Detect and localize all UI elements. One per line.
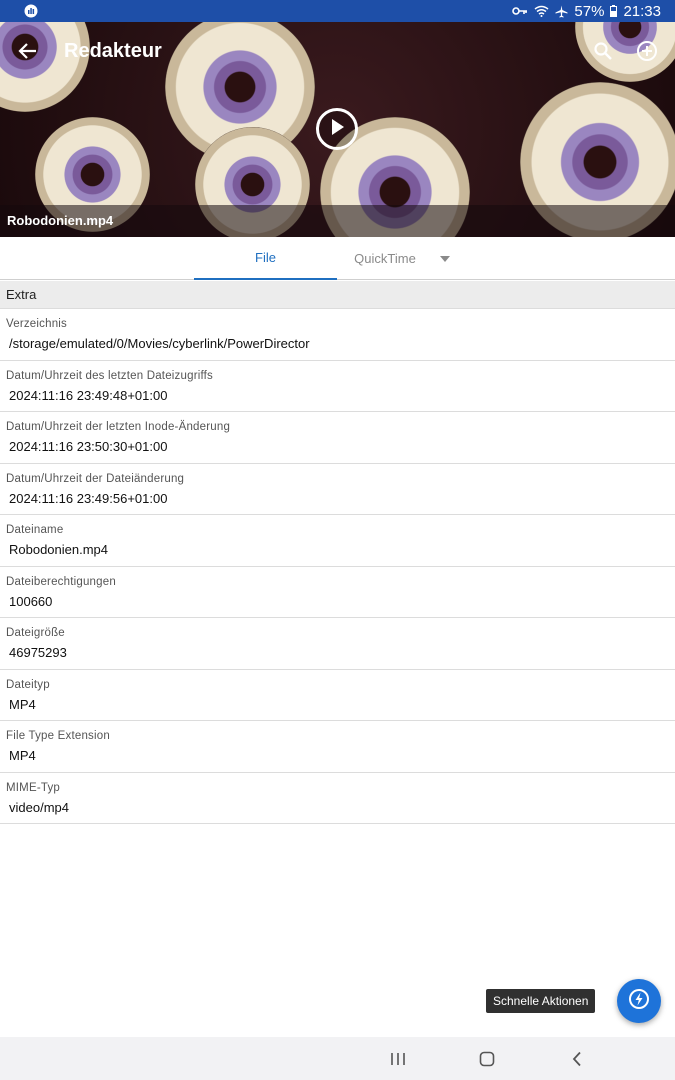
wifi-icon xyxy=(534,5,549,17)
row-label: Dateigröße xyxy=(6,627,65,639)
row-label: Datum/Uhrzeit der letzten Inode-Änderung xyxy=(6,421,231,433)
list-item[interactable]: Dateityp MP4 xyxy=(0,670,675,721)
row-value: 100660 xyxy=(9,593,53,609)
play-icon xyxy=(329,118,345,141)
battery-icon xyxy=(610,5,618,17)
list-item[interactable]: Dateigröße 46975293 xyxy=(0,618,675,670)
navigation-bar xyxy=(0,1037,675,1080)
row-value: 2024:11:16 23:50:30+01:00 xyxy=(9,439,168,454)
tab-label: File xyxy=(255,250,276,265)
clock: 21:33 xyxy=(623,2,661,20)
row-value: 2024:11:16 23:49:56+01:00 xyxy=(9,490,168,506)
list-item[interactable]: Dateiname Robodonien.mp4 xyxy=(0,515,675,567)
list-item[interactable]: Datum/Uhrzeit der letzten Inode-Änderung… xyxy=(0,412,675,464)
dropdown-caret-icon[interactable] xyxy=(439,255,450,262)
app-bar: Redakteur xyxy=(0,22,675,80)
list-item[interactable]: Verzeichnis /storage/emulated/0/Movies/c… xyxy=(0,309,675,361)
add-circle-icon[interactable] xyxy=(635,39,659,63)
search-icon[interactable] xyxy=(591,39,615,63)
row-value: MP4 xyxy=(9,748,36,763)
play-button[interactable] xyxy=(316,108,358,150)
list-item[interactable]: Datum/Uhrzeit des letzten Dateizugriffs … xyxy=(0,361,675,412)
list-item[interactable]: Datum/Uhrzeit der Dateiänderung 2024:11:… xyxy=(0,464,675,515)
bolt-icon xyxy=(628,988,650,1015)
row-value: /storage/emulated/0/Movies/cyberlink/Pow… xyxy=(9,336,310,351)
section-header: Extra xyxy=(0,281,675,309)
home-icon[interactable] xyxy=(467,1037,507,1080)
list-item[interactable]: Dateiberechtigungen 100660 xyxy=(0,567,675,618)
list-item[interactable]: MIME-Typ video/mp4 xyxy=(0,773,675,824)
row-label: Dateiberechtigungen xyxy=(6,575,116,588)
back-icon[interactable] xyxy=(557,1037,597,1080)
tab-quicktime[interactable]: QuickTime xyxy=(337,237,467,280)
back-arrow-icon[interactable] xyxy=(16,39,40,63)
row-value: video/mp4 xyxy=(9,799,69,815)
row-value: Robodonien.mp4 xyxy=(9,542,109,557)
row-label: Datum/Uhrzeit der Dateiänderung xyxy=(6,472,185,485)
row-value: 2024:11:16 23:49:48+01:00 xyxy=(9,387,168,403)
photo-icon xyxy=(24,4,38,18)
tab-file[interactable]: File xyxy=(194,237,337,280)
row-label: Dateiname xyxy=(6,524,64,536)
airplane-icon xyxy=(555,5,568,18)
metadata-list: Verzeichnis /storage/emulated/0/Movies/c… xyxy=(0,309,675,824)
row-label: Dateityp xyxy=(6,678,50,691)
tab-label: QuickTime xyxy=(354,251,416,266)
section-title: Extra xyxy=(6,287,37,302)
quick-actions-button[interactable] xyxy=(617,979,661,1023)
recents-icon[interactable] xyxy=(378,1037,418,1080)
status-bar: 57% 21:33 xyxy=(0,0,675,22)
row-label: Datum/Uhrzeit des letzten Dateizugriffs xyxy=(6,369,214,382)
row-label: Verzeichnis xyxy=(6,318,68,330)
row-label: MIME-Typ xyxy=(6,781,60,794)
battery-percentage: 57% xyxy=(574,2,605,20)
quick-actions-tooltip: Schnelle Aktionen xyxy=(486,989,596,1013)
list-item[interactable]: File Type Extension MP4 xyxy=(0,721,675,773)
video-file-name: Robodonien.mp4 xyxy=(7,213,114,228)
row-value: MP4 xyxy=(9,696,36,712)
tab-bar: File QuickTime xyxy=(0,237,675,280)
page-title: Redakteur xyxy=(64,39,162,62)
row-label: File Type Extension xyxy=(6,730,110,742)
key-icon xyxy=(512,5,528,17)
row-value: 46975293 xyxy=(9,645,67,660)
